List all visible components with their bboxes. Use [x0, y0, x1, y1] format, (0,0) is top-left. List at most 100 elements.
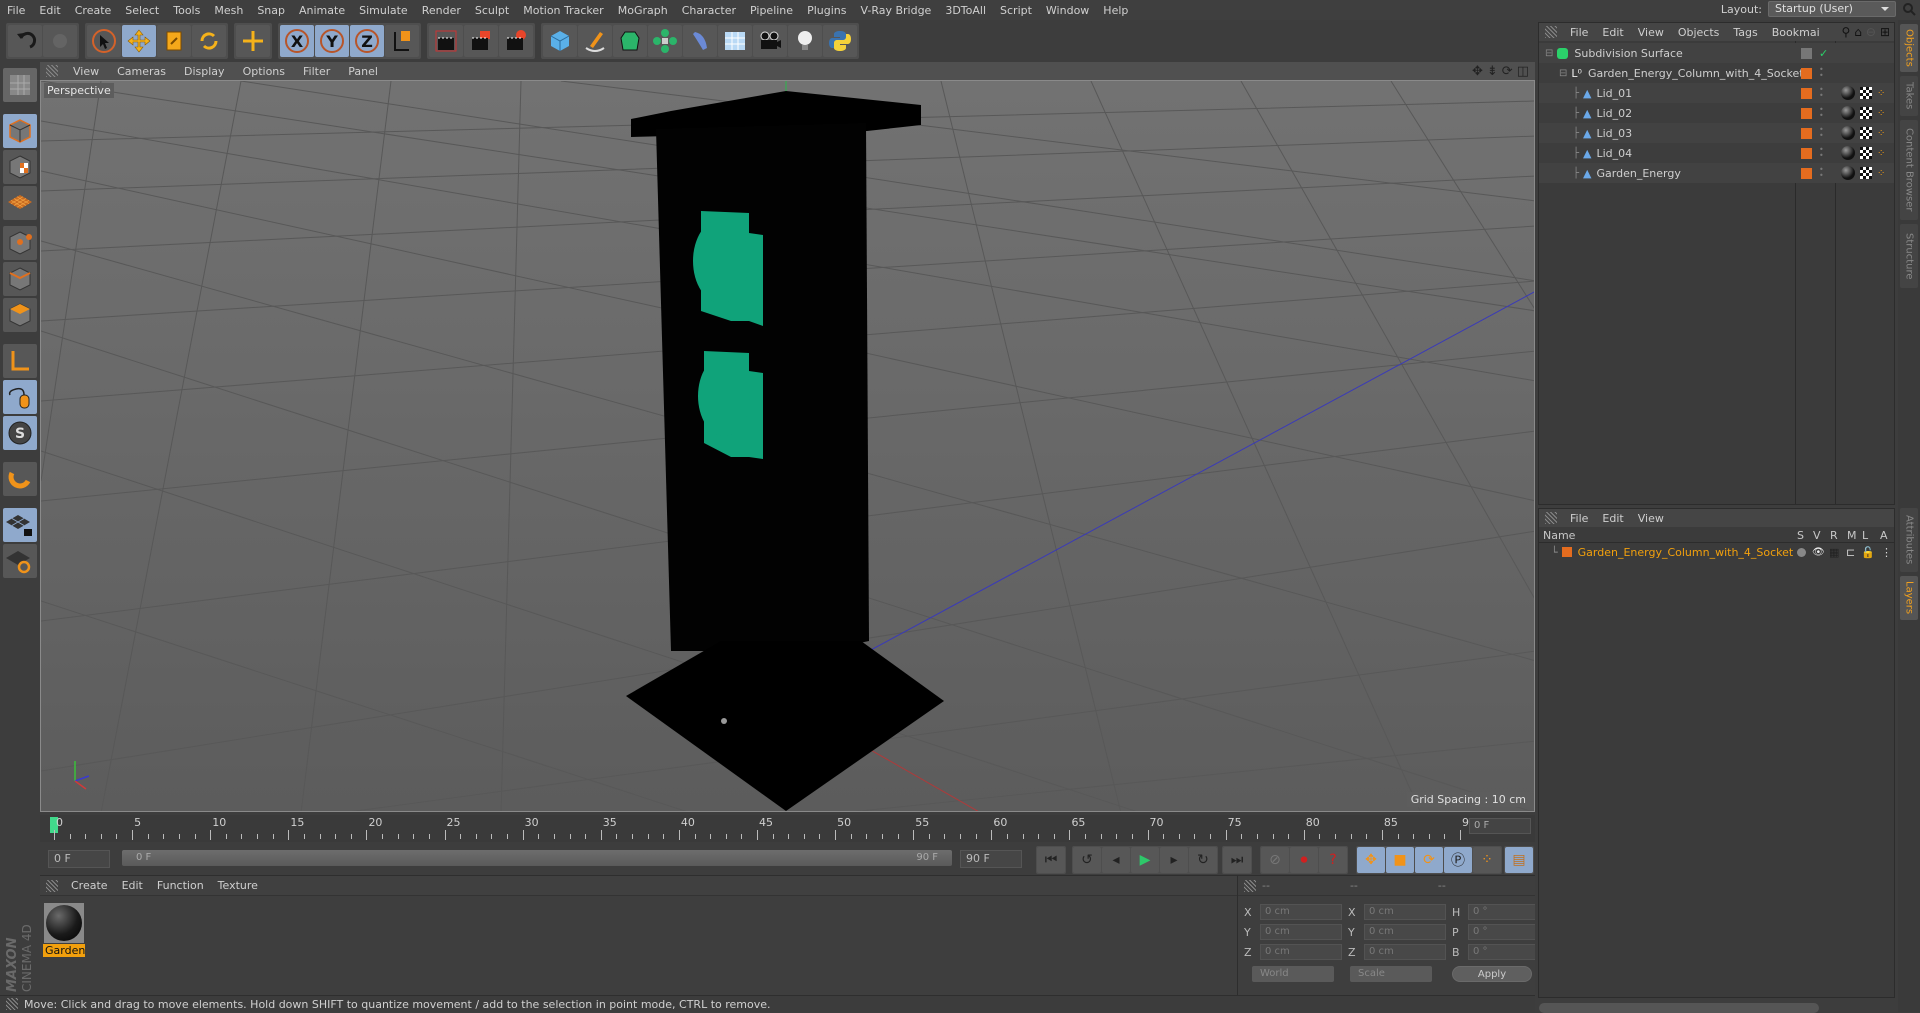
- deformer-icon[interactable]: [683, 25, 717, 57]
- next-frame-icon[interactable]: ▸: [1160, 847, 1188, 873]
- menu-3dtoall[interactable]: 3DToAll: [938, 4, 993, 17]
- viewport-menu-display[interactable]: Display: [175, 65, 234, 78]
- object-menu-file[interactable]: File: [1563, 26, 1595, 39]
- workplane-lock-icon[interactable]: [3, 508, 37, 542]
- material-tag-icon[interactable]: [1841, 86, 1855, 100]
- size-x-field[interactable]: 0 cm: [1364, 904, 1446, 920]
- object-row[interactable]: ├ ▲ Lid_02 • • ⁘: [1539, 103, 1894, 123]
- object-menu-edit[interactable]: Edit: [1595, 26, 1630, 39]
- layer-color-swatch[interactable]: [1801, 147, 1812, 159]
- visibility-dots[interactable]: • •: [1819, 106, 1824, 120]
- object-name[interactable]: Lid_02: [1597, 107, 1633, 120]
- pen-icon[interactable]: [578, 25, 612, 57]
- panel-grip-icon[interactable]: [6, 998, 18, 1010]
- edges-mode-icon[interactable]: [3, 262, 37, 296]
- menu-create[interactable]: Create: [68, 4, 119, 17]
- object-row[interactable]: ⊟ Subdivision Surface ✓: [1539, 43, 1894, 63]
- layout-dropdown[interactable]: Startup (User): [1768, 1, 1896, 17]
- size-z-field[interactable]: 0 cm: [1364, 944, 1446, 960]
- tree-expander[interactable]: ⊟: [1545, 48, 1553, 59]
- visibility-dots[interactable]: • •: [1819, 166, 1824, 180]
- previous-key-icon[interactable]: ↺: [1073, 847, 1101, 873]
- snap-icon[interactable]: [3, 462, 37, 496]
- material-menu-texture[interactable]: Texture: [211, 879, 265, 892]
- polygon-selection-tag-icon[interactable]: ⁘: [1877, 148, 1885, 159]
- minimize-icon[interactable]: ⊖: [1866, 25, 1876, 39]
- menu-mograph[interactable]: MoGraph: [611, 4, 675, 17]
- object-menu-view[interactable]: View: [1631, 26, 1671, 39]
- tree-expander[interactable]: ⊟: [1559, 68, 1567, 79]
- panel-grip-icon[interactable]: [46, 879, 58, 892]
- uvw-tag-icon[interactable]: [1860, 147, 1872, 159]
- object-menu-tags[interactable]: Tags: [1726, 26, 1764, 39]
- key-pla-icon[interactable]: ⁘: [1473, 847, 1501, 873]
- menu-sculpt[interactable]: Sculpt: [468, 4, 516, 17]
- menu-animate[interactable]: Animate: [292, 4, 352, 17]
- x-axis-lock-icon[interactable]: X: [280, 25, 314, 57]
- play-icon[interactable]: ▶: [1131, 847, 1159, 873]
- layer-color-swatch[interactable]: [1801, 127, 1812, 139]
- 3d-viewport[interactable]: Perspective Grid Spacing : 10 cm: [40, 80, 1535, 812]
- home-icon[interactable]: ⌂: [1854, 25, 1862, 39]
- object-name[interactable]: Garden_Energy_Column_with_4_Socket: [1588, 67, 1804, 80]
- apply-button[interactable]: Apply: [1452, 966, 1532, 982]
- material-menu-function[interactable]: Function: [150, 879, 211, 892]
- coordinate-system-icon[interactable]: [385, 25, 419, 57]
- layer-color-swatch[interactable]: [1801, 67, 1812, 79]
- material-menu-edit[interactable]: Edit: [115, 879, 150, 892]
- menu-vray-bridge[interactable]: V-Ray Bridge: [853, 4, 938, 17]
- object-name[interactable]: Garden_Energy: [1597, 167, 1681, 180]
- material-tag-icon[interactable]: [1841, 166, 1855, 180]
- tab-structure[interactable]: Structure: [1900, 224, 1918, 288]
- object-name[interactable]: Lid_01: [1597, 87, 1633, 100]
- scale-icon[interactable]: [157, 25, 191, 57]
- rotate-view-icon[interactable]: ⟳: [1502, 64, 1513, 79]
- tree-expander[interactable]: ├: [1573, 148, 1579, 159]
- layer-menu-edit[interactable]: Edit: [1595, 512, 1630, 525]
- points-mode-icon[interactable]: [3, 226, 37, 260]
- start-frame-field[interactable]: 0 F: [48, 850, 110, 868]
- uvw-tag-icon[interactable]: [1860, 87, 1872, 99]
- material-swatch[interactable]: Garden: [43, 902, 85, 958]
- panel-grip-icon[interactable]: [46, 65, 58, 77]
- uvw-tag-icon[interactable]: [1860, 167, 1872, 179]
- pos-x-field[interactable]: 0 cm: [1260, 904, 1342, 920]
- polygon-selection-tag-icon[interactable]: ⁘: [1877, 168, 1885, 179]
- menu-simulate[interactable]: Simulate: [352, 4, 415, 17]
- model-mode-icon[interactable]: [3, 114, 37, 148]
- live-selection-icon[interactable]: [87, 25, 121, 57]
- axis-mode-icon[interactable]: [3, 344, 37, 378]
- menu-window[interactable]: Window: [1039, 4, 1096, 17]
- layer-row[interactable]: └ Garden_Energy_Column_with_4_Socket 👁 ▦…: [1539, 543, 1894, 561]
- viewport-camera-label[interactable]: Perspective: [44, 83, 114, 98]
- object-row[interactable]: ├ ▲ Lid_04 • • ⁘: [1539, 143, 1894, 163]
- menu-help[interactable]: Help: [1096, 4, 1135, 17]
- size-mode-dropdown[interactable]: Scale: [1350, 966, 1432, 982]
- viewport-menu-panel[interactable]: Panel: [339, 65, 387, 78]
- material-tag-icon[interactable]: [1841, 106, 1855, 120]
- mograph-cloner-icon[interactable]: [648, 25, 682, 57]
- object-row[interactable]: ├ ▲ Lid_01 • • ⁘: [1539, 83, 1894, 103]
- move-tool-icon[interactable]: [236, 25, 270, 57]
- object-name[interactable]: Subdivision Surface: [1574, 47, 1682, 60]
- make-editable-icon[interactable]: [3, 68, 37, 102]
- menu-render[interactable]: Render: [415, 4, 468, 17]
- undo-icon[interactable]: [8, 25, 42, 57]
- search-icon[interactable]: ⚲: [1841, 25, 1850, 39]
- tree-expander[interactable]: ├: [1573, 108, 1579, 119]
- tree-expander[interactable]: ├: [1573, 128, 1579, 139]
- light-icon[interactable]: [788, 25, 822, 57]
- move-view-icon[interactable]: ✥: [1472, 64, 1483, 79]
- go-to-end-icon[interactable]: ⏭: [1223, 847, 1251, 873]
- viewport-menu-cameras[interactable]: Cameras: [108, 65, 175, 78]
- object-menu-objects[interactable]: Objects: [1671, 26, 1727, 39]
- coordinate-mode-dropdown[interactable]: World: [1252, 966, 1334, 982]
- key-scale-icon[interactable]: ■: [1386, 847, 1414, 873]
- menu-motion-tracker[interactable]: Motion Tracker: [516, 4, 610, 17]
- viewport-menu-view[interactable]: View: [64, 65, 108, 78]
- cube-icon[interactable]: [543, 25, 577, 57]
- next-key-icon[interactable]: ↻: [1189, 847, 1217, 873]
- render-settings-icon[interactable]: [499, 25, 533, 57]
- render-picture-viewer-icon[interactable]: [464, 25, 498, 57]
- tweak-mode-icon[interactable]: [3, 380, 37, 414]
